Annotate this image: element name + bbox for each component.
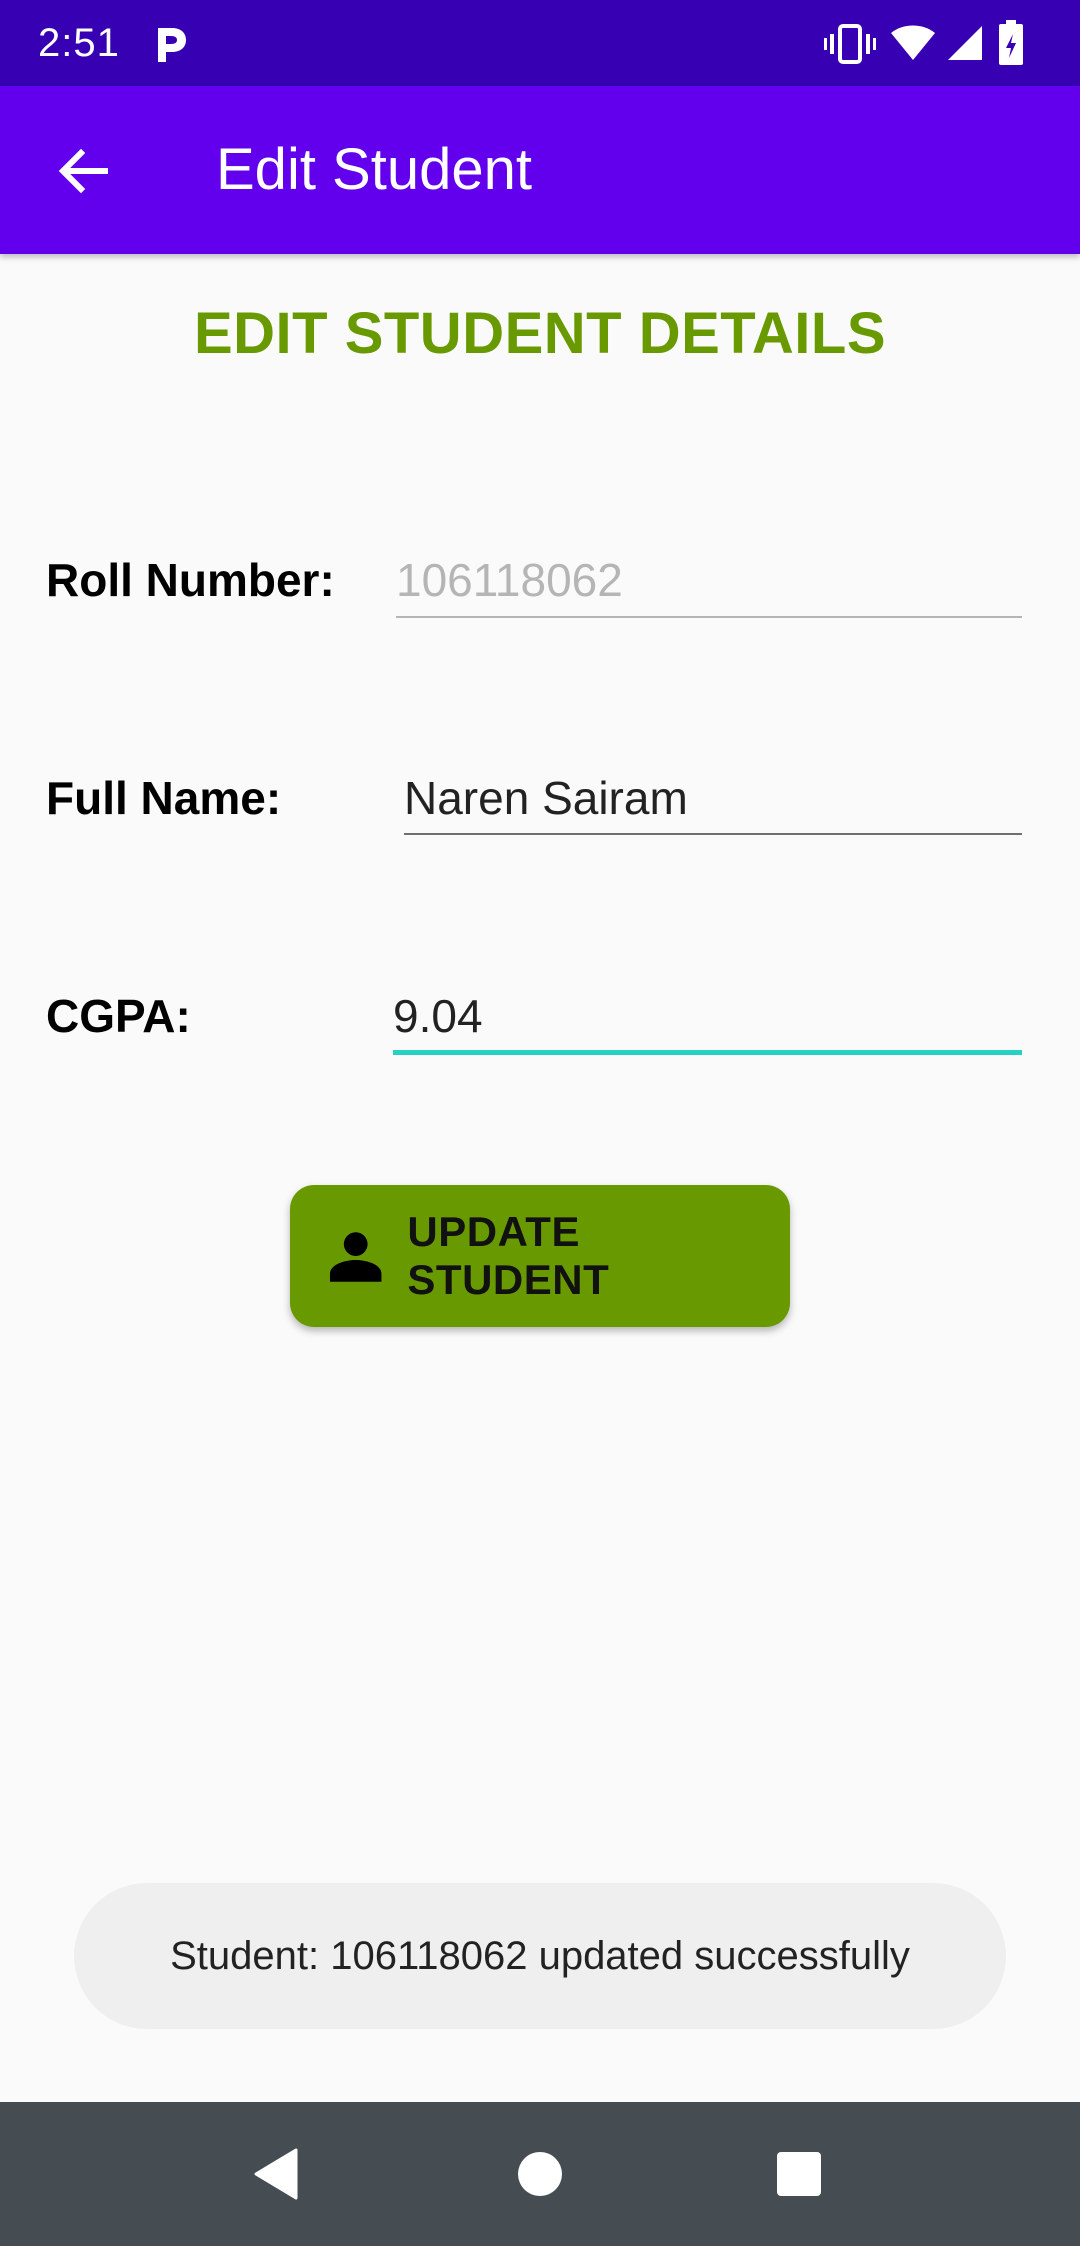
toast-text: Student: 106118062 updated successfully: [170, 1933, 910, 1978]
status-time: 2:51: [38, 21, 120, 65]
roll-number-underline: [396, 616, 1022, 618]
signal-icon: [948, 26, 982, 60]
roll-number-field[interactable]: [396, 550, 1022, 610]
app-title: Edit Student: [216, 137, 532, 202]
arrow-back-icon: [58, 148, 108, 194]
back-button[interactable]: [38, 126, 128, 216]
wifi-icon: [891, 25, 935, 60]
full-name-label: Full Name:: [46, 772, 282, 824]
update-student-label: UPDATE STUDENT: [407, 1208, 610, 1303]
vibrate-icon: [824, 24, 876, 64]
nav-home-button[interactable]: [495, 2129, 585, 2219]
app-bar: Edit Student: [0, 86, 1080, 254]
back-triangle-icon: [254, 2148, 298, 2200]
navigation-bar: [0, 2102, 1080, 2246]
battery-icon: [999, 20, 1023, 65]
full-name-underline: [404, 833, 1022, 835]
roll-number-label: Roll Number:: [46, 554, 335, 606]
page-heading: EDIT STUDENT DETAILS: [193, 301, 887, 366]
person-icon: [329, 1232, 382, 1282]
update-student-button[interactable]: UPDATE STUDENT: [290, 1185, 790, 1327]
cgpa-label: CGPA:: [46, 990, 191, 1042]
toast-message: Student: 106118062 updated successfully: [74, 1883, 1006, 2029]
full-name-field[interactable]: [404, 768, 1022, 828]
parking-icon: [158, 28, 186, 62]
cgpa-underline-focused: [393, 1050, 1022, 1055]
status-bar: 2:51: [0, 0, 1080, 86]
home-circle-icon: [518, 2152, 562, 2196]
nav-back-button[interactable]: [232, 2129, 322, 2219]
nav-recents-button[interactable]: [754, 2129, 844, 2219]
cgpa-field[interactable]: [393, 986, 1022, 1046]
recents-square-icon: [777, 2152, 821, 2196]
